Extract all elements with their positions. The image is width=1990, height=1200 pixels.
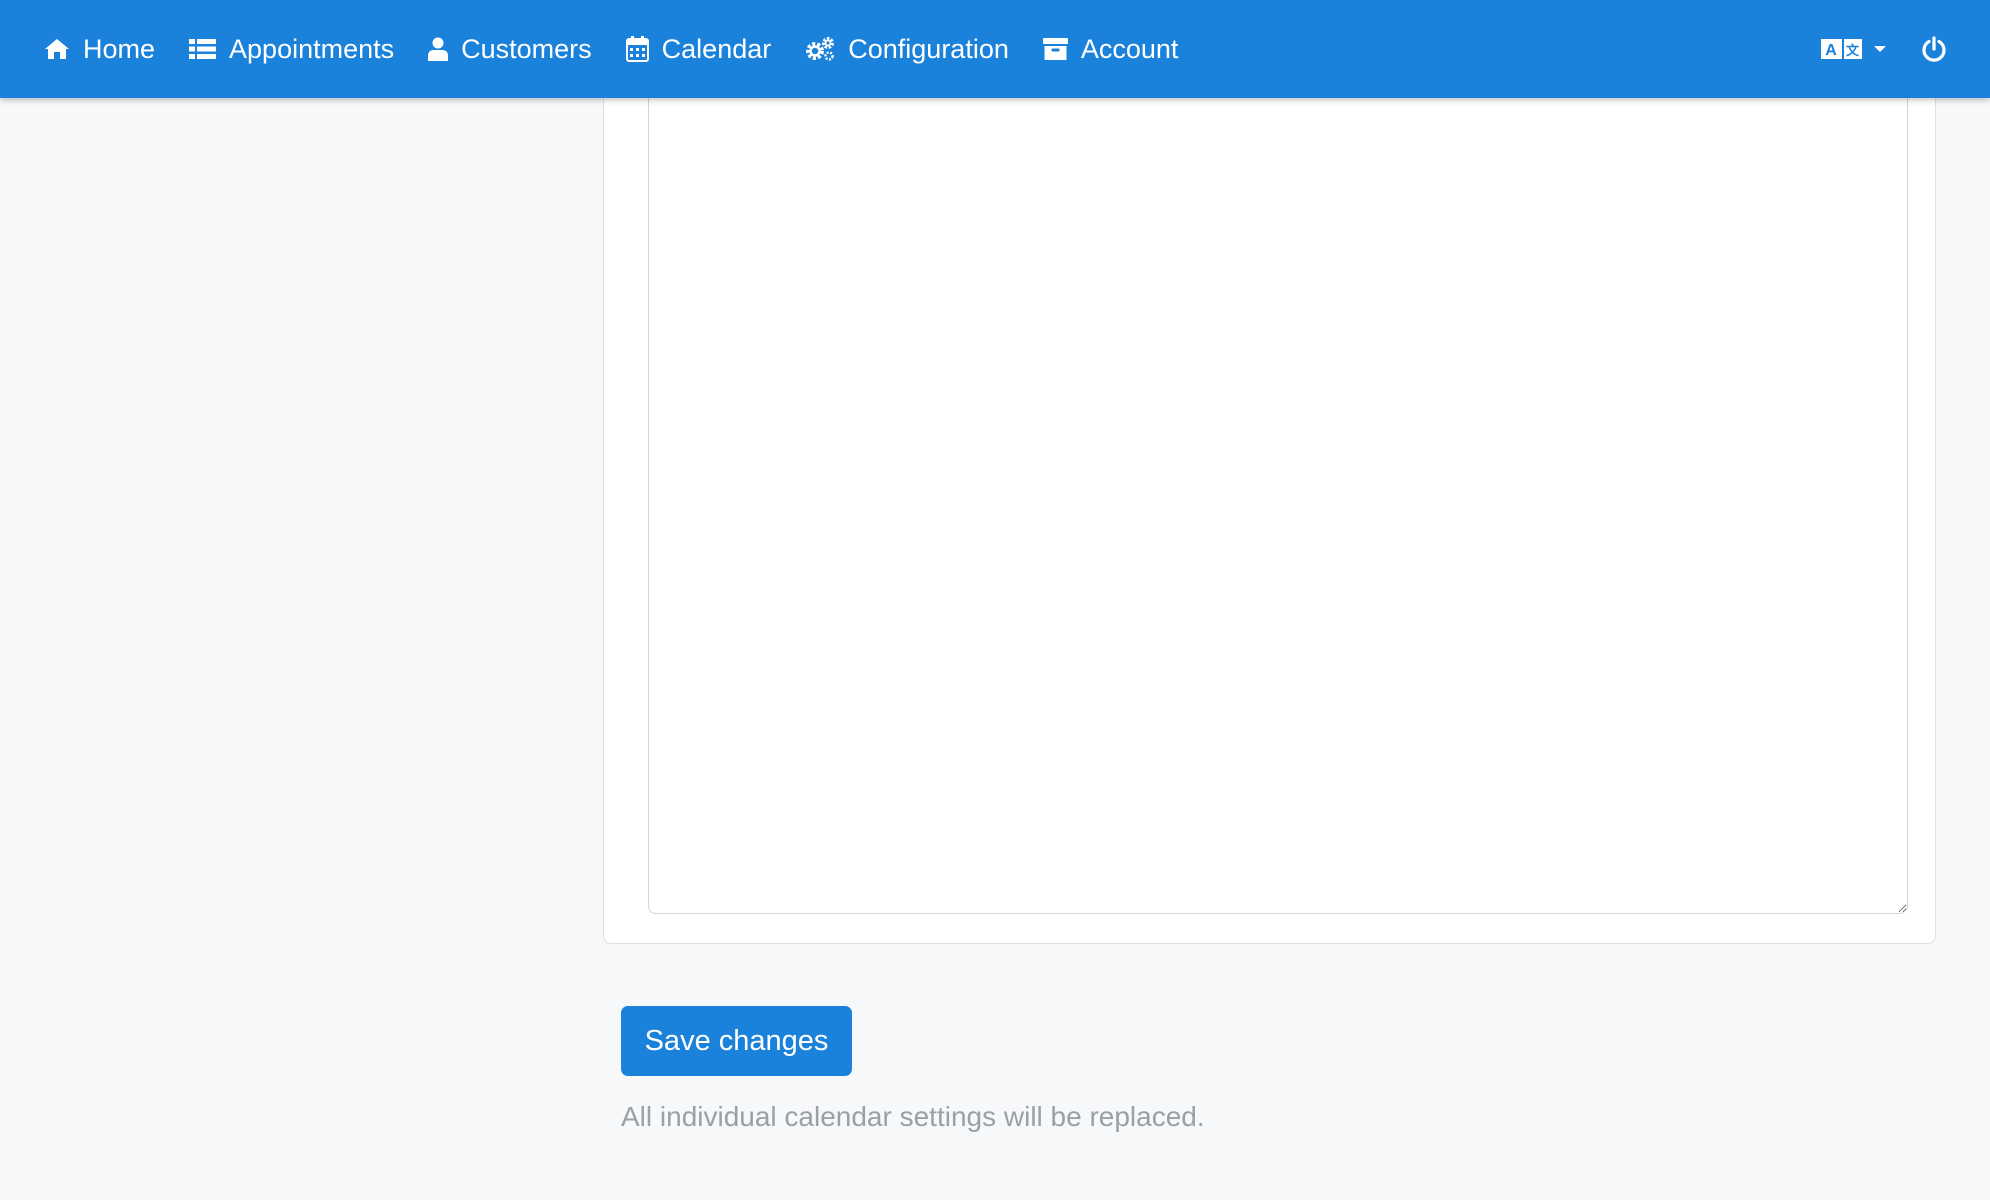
language-icon: A 文 xyxy=(1821,39,1862,59)
list-icon xyxy=(189,39,217,59)
svg-text:A: A xyxy=(1825,42,1837,59)
language-dropdown[interactable]: A 文 xyxy=(1821,38,1886,60)
svg-text:文: 文 xyxy=(1846,43,1860,59)
main-nav: Home Appointments Customers Calendar Con… xyxy=(44,0,1212,98)
nav-item-label: Home xyxy=(83,33,156,64)
caret-down-icon xyxy=(1874,46,1886,52)
nav-item-calendar[interactable]: Calendar xyxy=(625,33,772,65)
nav-item-configuration[interactable]: Configuration xyxy=(805,34,1009,65)
logout-button[interactable] xyxy=(1922,36,1946,62)
power-icon xyxy=(1922,36,1946,62)
top-navbar: Home Appointments Customers Calendar Con… xyxy=(0,0,1990,98)
nav-item-label: Appointments xyxy=(229,33,395,64)
save-changes-button[interactable]: Save changes xyxy=(621,1006,852,1076)
nav-item-home[interactable]: Home xyxy=(44,34,155,65)
nav-item-customers[interactable]: Customers xyxy=(428,34,592,65)
nav-actions: A 文 xyxy=(1821,0,1946,98)
nav-item-appointments[interactable]: Appointments xyxy=(189,34,394,65)
nav-item-label: Customers xyxy=(461,33,592,64)
archive-icon xyxy=(1042,38,1068,60)
settings-card xyxy=(603,60,1936,944)
nav-item-label: Account xyxy=(1080,33,1179,64)
user-icon xyxy=(428,37,449,61)
nav-item-account[interactable]: Account xyxy=(1042,33,1179,65)
home-icon xyxy=(45,39,69,59)
nav-item-label: Configuration xyxy=(848,33,1009,64)
save-hint-text: All individual calendar settings will be… xyxy=(621,1101,1205,1132)
settings-textarea[interactable] xyxy=(648,61,1908,914)
cogs-icon xyxy=(806,37,835,61)
nav-item-label: Calendar xyxy=(661,33,772,64)
calendar-icon xyxy=(625,36,649,62)
